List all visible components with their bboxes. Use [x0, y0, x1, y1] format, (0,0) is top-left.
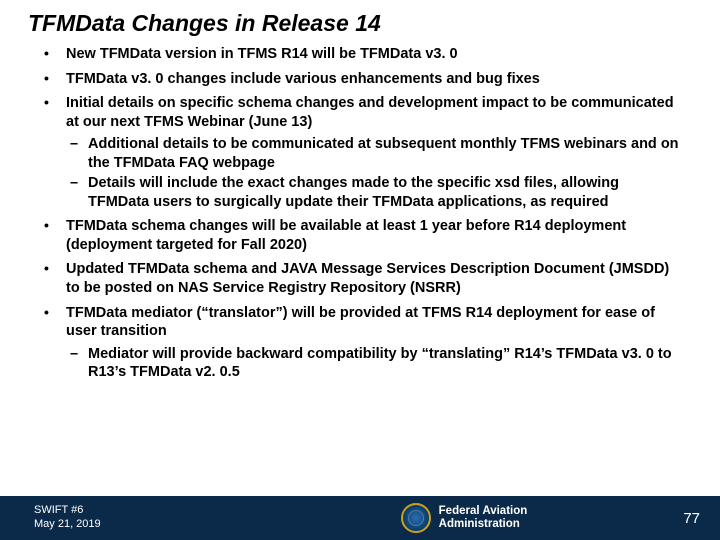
bullet-item: TFMData mediator (“translator”) will be … — [38, 304, 684, 382]
bullet-text: TFMData v3. 0 changes include various en… — [66, 71, 540, 87]
sub-bullet-list: Mediator will provide backward compatibi… — [66, 345, 684, 382]
bullet-text: Updated TFMData schema and JAVA Message … — [66, 261, 669, 296]
sub-bullet-item: Mediator will provide backward compatibi… — [66, 345, 684, 382]
footer-left: SWIFT #6 May 21, 2019 — [34, 504, 101, 532]
agency-line1: Federal Aviation — [439, 505, 528, 518]
bullet-item: New TFMData version in TFMS R14 will be … — [38, 45, 684, 64]
bullet-text: TFMData mediator (“translator”) will be … — [66, 305, 655, 340]
sub-bullet-item: Details will include the exact changes m… — [66, 174, 684, 211]
footer-bar: SWIFT #6 May 21, 2019 Federal Aviation A… — [0, 496, 720, 540]
bullet-item: TFMData schema changes will be available… — [38, 217, 684, 254]
agency-line2: Administration — [439, 518, 528, 531]
faa-seal-icon — [401, 503, 431, 533]
bullet-list: New TFMData version in TFMS R14 will be … — [38, 45, 684, 382]
footer-center: Federal Aviation Administration — [101, 503, 666, 533]
sub-bullet-list: Additional details to be communicated at… — [66, 135, 684, 211]
bullet-item: Initial details on specific schema chang… — [38, 94, 684, 211]
slide: TFMData Changes in Release 14 New TFMDat… — [0, 0, 720, 540]
bullet-text: Initial details on specific schema chang… — [66, 95, 674, 130]
bullet-text: New TFMData version in TFMS R14 will be … — [66, 46, 458, 62]
footer-date: May 21, 2019 — [34, 518, 101, 532]
bullet-text: TFMData schema changes will be available… — [66, 218, 626, 253]
bullet-item: Updated TFMData schema and JAVA Message … — [38, 260, 684, 297]
agency-name: Federal Aviation Administration — [439, 505, 528, 530]
bullet-item: TFMData v3. 0 changes include various en… — [38, 70, 684, 89]
slide-title: TFMData Changes in Release 14 — [0, 0, 720, 45]
page-number: 77 — [665, 510, 700, 527]
footer-event: SWIFT #6 — [34, 504, 101, 518]
sub-bullet-item: Additional details to be communicated at… — [66, 135, 684, 172]
slide-body: New TFMData version in TFMS R14 will be … — [0, 45, 720, 496]
